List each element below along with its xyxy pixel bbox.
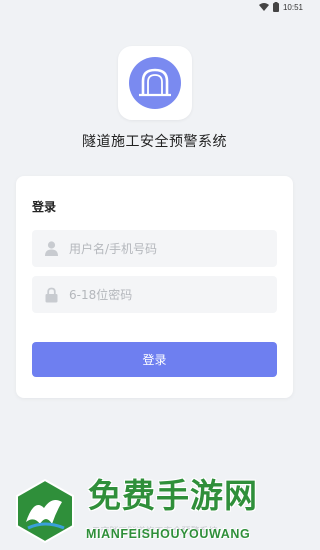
username-field[interactable]	[32, 230, 277, 267]
watermark-subtitle: MIANFEISHOUYOUWANG	[86, 527, 251, 541]
status-bar: 10:51	[0, 0, 309, 14]
battery-icon	[272, 2, 279, 12]
login-title: 登录	[32, 200, 57, 214]
watermark-title: 免费手游网	[88, 476, 258, 515]
login-button[interactable]: 登录	[32, 342, 277, 377]
watermark: 免费手游网 MIANFEISHOUYOUWANG	[0, 468, 309, 550]
tunnel-icon	[129, 57, 181, 109]
wifi-icon	[258, 3, 269, 11]
app-logo	[118, 46, 192, 120]
status-time: 10:51	[282, 2, 303, 12]
username-input[interactable]	[67, 240, 271, 257]
watermark-logo-icon	[16, 478, 74, 544]
lock-icon	[44, 287, 58, 303]
app-title: 隧道施工安全预警系统	[82, 134, 227, 150]
password-field[interactable]	[32, 276, 277, 313]
user-icon	[44, 241, 58, 257]
login-card: 登录 登录	[16, 176, 293, 398]
password-input[interactable]	[67, 286, 271, 303]
